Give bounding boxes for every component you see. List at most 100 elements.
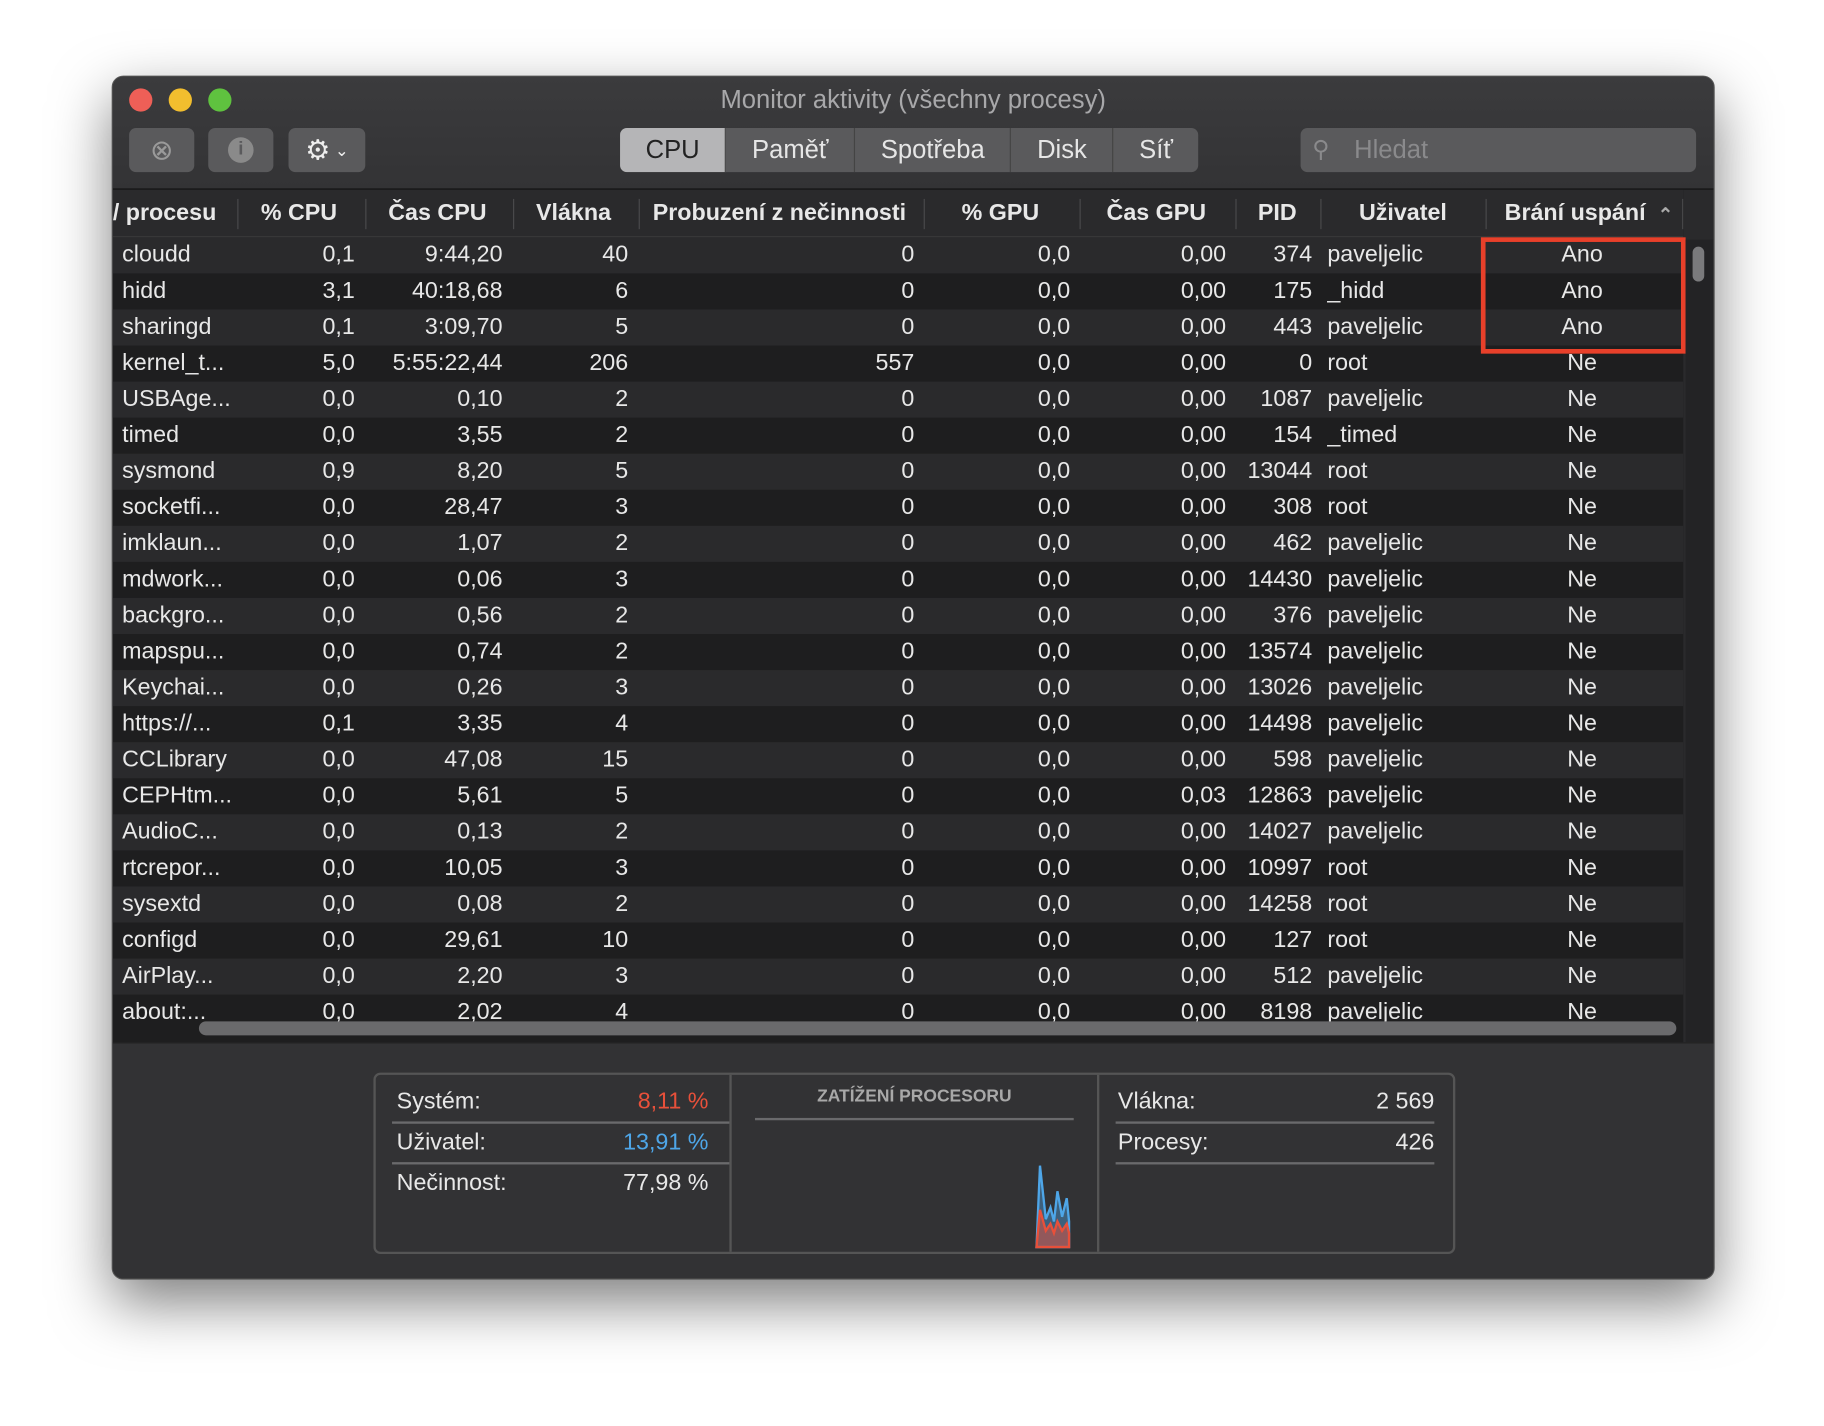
- column-divider[interactable]: [1682, 198, 1684, 230]
- stop-process-button[interactable]: ⊗: [129, 127, 195, 173]
- table-row[interactable]: sharingd 0,1 3:09,70 5 0 0,0 0,00 443 paveljelic…: [112, 309, 1684, 346]
- table-cell: paveljelic: [1327, 602, 1424, 629]
- column-divider[interactable]: [923, 198, 925, 230]
- table-cell: _timed: [1327, 422, 1398, 448]
- table-cell: 10: [602, 927, 629, 953]
- table-row[interactable]: mdwork... 0,0 0,06 3 0 0,0 0,00 14430 paveljelic…: [113, 562, 1683, 598]
- cpu-load-graph: [1035, 1165, 1071, 1249]
- process-table: / procesu% CPU Čas CPU Vlákna Probuzení z n…: [112, 189, 1684, 1088]
- table-cell: 40: [602, 241, 629, 268]
- table-row[interactable]: CCLibrary 0,0 47,08 15 0 0,0 0,00 598 paveljelic…: [112, 742, 1684, 779]
- table-row[interactable]: backgro... 0,0 0,56 2 0 0,0 0,00 376 paveljelic N…: [112, 597, 1684, 634]
- scroll-thumb[interactable]: [1692, 246, 1705, 282]
- activity-monitor-window: Monitor aktivity (všechny procesy) ⊗ i ⚙…: [111, 75, 1715, 1280]
- table-cell: 2: [615, 638, 629, 665]
- toolbar: Monitor aktivity (všechny procesy) ⊗ i ⚙…: [112, 76, 1714, 190]
- table-cell: 2: [615, 530, 629, 557]
- tab-network[interactable]: Síť: [1114, 128, 1199, 172]
- table-cell: 3: [615, 674, 629, 701]
- table-cell: 512: [1273, 963, 1313, 989]
- table-row[interactable]: mapspu... 0,0 0,74 2 0 0,0 0,00 13574 paveljelic…: [113, 634, 1683, 670]
- table-cell: 12863: [1247, 782, 1313, 809]
- table-row[interactable]: USBAge... 0,0 0,10 2 0 0,0 0,00 1087 paveljelic N…: [112, 381, 1684, 418]
- system-label: Systém:: [396, 1088, 481, 1115]
- table-cell: 5: [615, 458, 629, 484]
- action-menu-button[interactable]: ⚙ ⌄: [288, 127, 366, 173]
- column-divider[interactable]: [1485, 198, 1487, 230]
- table-cell: paveljelic: [1327, 674, 1424, 701]
- table-cell: 10997: [1247, 855, 1313, 881]
- column-divider[interactable]: [1320, 198, 1322, 230]
- table-cell: paveljelic: [1327, 638, 1424, 665]
- view-tabs: CPU Paměť Spotřeba Disk Síť: [620, 127, 1199, 173]
- table-cell: Ne: [1567, 494, 1597, 520]
- cpu-summary-panel: Systém: 8,11 % Uživatel: 13,91 % Nečinno…: [373, 1072, 1456, 1255]
- chevron-down-icon: ⌄: [334, 140, 349, 159]
- column-divider[interactable]: [513, 198, 515, 230]
- table-cell: 598: [1273, 746, 1313, 773]
- table-cell: paveljelic: [1327, 241, 1424, 268]
- highlight-box: [1480, 237, 1686, 354]
- search-input[interactable]: ⚲ Hledat: [1300, 127, 1697, 173]
- column-divider[interactable]: [1235, 198, 1237, 230]
- table-row[interactable]: configd 0,0 29,61 10 0 0,0 0,00 127 root Ne: [113, 922, 1683, 958]
- table-row[interactable]: AirPlay... 0,0 2,20 3 0 0,0 0,00 512 paveljelic N…: [112, 958, 1684, 995]
- table-cell: Ne: [1567, 963, 1597, 989]
- table-row[interactable]: rtcrepor... 0,0 10,05 3 0 0,0 0,00 10997 root Ne: [113, 850, 1683, 886]
- table-cell: Ne: [1567, 927, 1597, 953]
- column-header[interactable]: Brání uspání: [1401, 200, 1684, 227]
- table-cell: 2: [615, 602, 629, 629]
- table-row[interactable]: AudioC... 0,0 0,13 2 0 0,0 0,00 14027 paveljelic…: [112, 814, 1684, 851]
- table-cell: paveljelic: [1327, 782, 1424, 809]
- table-cell: 13574: [1247, 638, 1313, 665]
- table-row[interactable]: socketfi... 0,0 28,47 3 0 0,0 0,00 308 root Ne: [113, 490, 1683, 526]
- table-row[interactable]: https://... 0,1 3,35 4 0 0,0 0,00 14498 paveljel…: [113, 706, 1683, 742]
- user-label: Uživatel:: [396, 1129, 486, 1156]
- column-divider[interactable]: [365, 198, 367, 230]
- table-row[interactable]: cloudd 0,1 9:44,20 40 0 0,0 0,00 374 paveljelic A…: [112, 237, 1684, 274]
- idle-value: 77,98 %: [623, 1170, 709, 1196]
- processes-value: 426: [1395, 1129, 1435, 1156]
- table-cell: 5: [615, 314, 629, 340]
- table-cell: paveljelic: [1327, 818, 1424, 845]
- table-row[interactable]: sysmond 0,9 8,20 5 0 0,0 0,00 13044 root Ne: [112, 453, 1684, 490]
- info-button[interactable]: i: [208, 127, 274, 173]
- system-value: 8,11 %: [637, 1088, 709, 1115]
- threads-value: 2 569: [1376, 1088, 1435, 1115]
- table-row[interactable]: sysextd 0,0 0,08 2 0 0,0 0,00 14258 root Ne: [112, 886, 1684, 923]
- processes-label: Procesy:: [1117, 1129, 1209, 1156]
- table-cell: _hidd: [1327, 278, 1385, 304]
- idle-label: Nečinnost:: [396, 1170, 507, 1196]
- gear-icon: ⚙: [305, 134, 331, 166]
- table-row[interactable]: hidd 3,1 40:18,68 6 0 0,0 0,00 175 _hidd Ano: [113, 273, 1683, 309]
- table-header: / procesu% CPU Čas CPU Vlákna Probuzení z n…: [112, 189, 1684, 238]
- info-icon: i: [228, 137, 254, 163]
- table-cell: 2: [615, 386, 629, 412]
- cpu-summary-area: Systém: 8,11 % Uživatel: 13,91 % Nečinno…: [112, 1042, 1714, 1279]
- horizontal-scrollbar[interactable]: [198, 1021, 1677, 1036]
- column-divider[interactable]: [237, 198, 239, 230]
- table-cell: Ne: [1567, 746, 1597, 773]
- table-row[interactable]: timed 0,0 3,55 2 0 0,0 0,00 154 _timed Ne: [113, 418, 1683, 454]
- table-row[interactable]: CEPHtm... 0,0 5,61 5 0 0,0 0,03 12863 paveljelic…: [113, 778, 1683, 814]
- tab-memory[interactable]: Paměť: [726, 127, 856, 173]
- table-cell: root: [1327, 458, 1368, 484]
- vertical-scrollbar[interactable]: [1685, 239, 1714, 1089]
- table-cell: Ne: [1567, 782, 1597, 809]
- table-cell: Ne: [1567, 674, 1597, 701]
- table-row[interactable]: Keychai... 0,0 0,26 3 0 0,0 0,00 13026 paveljeli…: [112, 670, 1684, 707]
- table-cell: 376: [1273, 602, 1313, 629]
- search-icon: ⚲: [1312, 137, 1330, 163]
- column-divider[interactable]: [1079, 198, 1081, 230]
- table-cell: 3: [615, 855, 629, 881]
- tab-disk[interactable]: Disk: [1011, 127, 1114, 173]
- table-row[interactable]: kernel_t... 5,0 5:55:22,44 206 557 0,0 0,00 0 ro…: [113, 346, 1683, 382]
- column-divider[interactable]: [638, 198, 640, 230]
- table-cell: 13044: [1247, 458, 1313, 484]
- tab-energy[interactable]: Spotřeba: [855, 127, 1012, 173]
- table-cell: Ne: [1567, 855, 1597, 881]
- table-row[interactable]: imklaun... 0,0 1,07 2 0 0,0 0,00 462 paveljelic N…: [112, 525, 1684, 562]
- table-cell: root: [1327, 891, 1368, 917]
- tab-cpu[interactable]: CPU: [620, 127, 727, 173]
- window-title: Monitor aktivity (všechny procesy): [720, 84, 1106, 115]
